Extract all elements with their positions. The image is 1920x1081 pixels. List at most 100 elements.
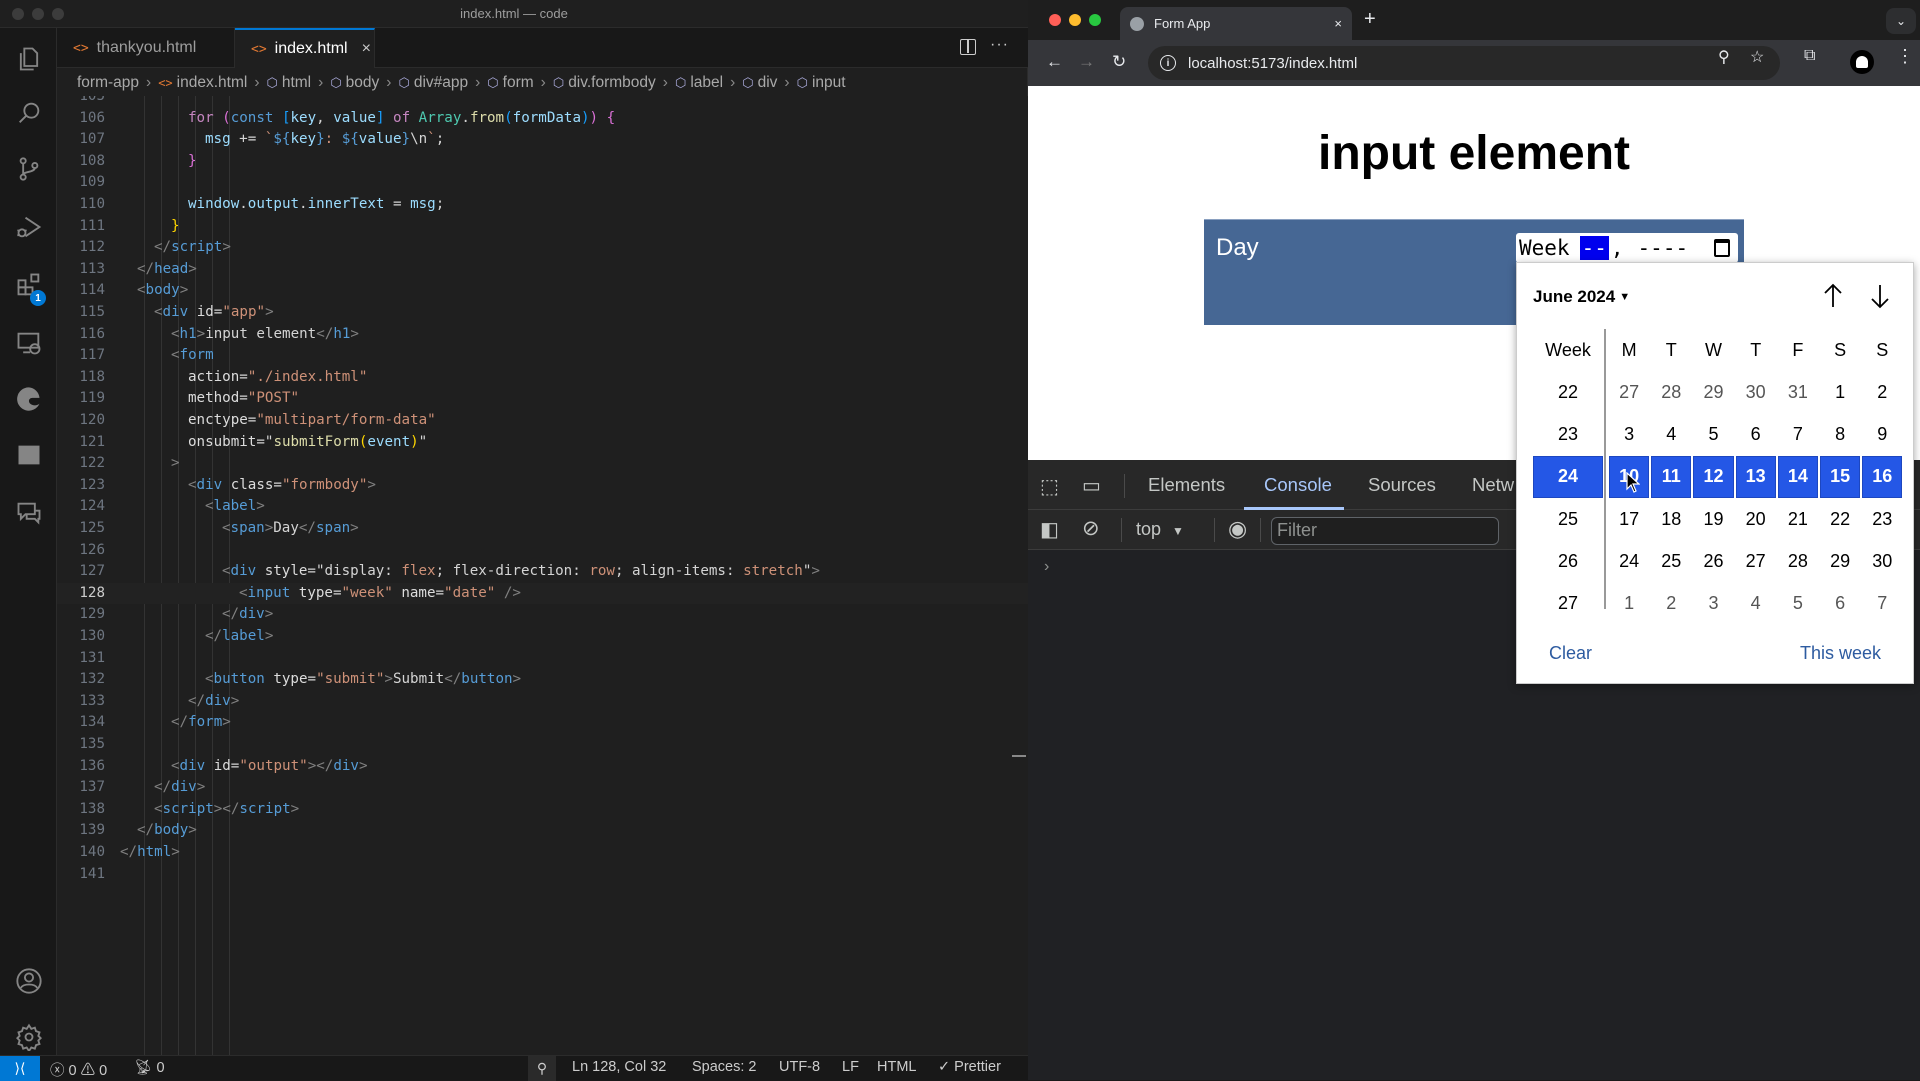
day-cell[interactable]: 9 [1862,414,1902,456]
code-line[interactable]: 129 </div> [57,604,1028,626]
remote-indicator-icon[interactable]: ⟩⟨ [0,1056,40,1081]
code-line[interactable]: 140 </html> [57,842,1028,864]
code-line[interactable]: 126 [57,540,1028,562]
breadcrumb-item[interactable]: <> index.html [158,74,247,92]
this-week-button[interactable]: This week [1800,643,1881,664]
code-editor[interactable]: 105 106 for (const [key, value] of Array.f… [57,96,1028,1055]
day-cell[interactable]: 28 [1651,371,1691,413]
day-cell[interactable]: 17 [1609,498,1649,540]
week-input[interactable]: Week -- , ---- [1516,233,1738,263]
breadcrumb-item[interactable]: form-app [77,74,139,92]
day-cell[interactable]: 11 [1651,455,1692,498]
more-actions-icon[interactable]: ··· [990,36,1009,54]
code-line[interactable]: 128 <input type="week" name="date" /> [57,582,1028,605]
code-line[interactable]: 139 </body> [57,820,1028,842]
console-filter-input[interactable]: Filter [1271,517,1499,545]
day-cell[interactable]: 23 [1862,498,1902,540]
code-line[interactable]: 114 <body> [57,280,1028,302]
calendar-icon[interactable] [1714,239,1730,257]
console-prompt[interactable]: › [1044,558,1049,576]
code-line[interactable]: 136 <div id="output"></div> [57,756,1028,778]
chat-icon[interactable] [14,498,44,528]
day-cell[interactable]: 31 [1778,371,1818,413]
week-number[interactable]: 27 [1533,583,1603,625]
day-cell[interactable]: 7 [1778,414,1818,456]
address-bar[interactable]: i localhost:5173/index.html [1148,46,1780,80]
tab-elements[interactable]: Elements [1148,474,1225,496]
week-row[interactable]: 26 24 25 26 27 28 29 30 [1533,541,1899,583]
breadcrumb-item[interactable]: ⬡ input [797,74,846,92]
end-of-line[interactable]: LF [842,1059,859,1075]
scrollbar-position-marker[interactable] [1012,755,1026,757]
breadcrumb-item[interactable]: ⬡ div.formbody [553,74,656,92]
week-number[interactable]: 25 [1533,498,1603,540]
day-cell[interactable]: 5 [1778,583,1818,625]
day-cell[interactable]: 27 [1609,371,1649,413]
tab-network[interactable]: Netw [1472,474,1514,496]
day-cell[interactable]: 29 [1693,371,1733,413]
day-cell[interactable]: 2 [1862,371,1902,413]
tab-sources[interactable]: Sources [1368,474,1436,496]
code-line[interactable]: 105 [57,96,1028,108]
day-cell[interactable]: 3 [1609,414,1649,456]
day-cell[interactable]: 1 [1609,583,1649,625]
close-tab-icon[interactable]: × [1334,16,1342,31]
day-cell[interactable]: 24 [1609,541,1649,583]
code-line[interactable]: 123 <div class="formbody"> [57,475,1028,497]
code-line[interactable]: 130 </label> [57,626,1028,648]
code-line[interactable]: 138 <script></script> [57,799,1028,821]
browser-menu-icon[interactable]: ⋮ [1896,46,1914,67]
day-cell[interactable]: 21 [1778,498,1818,540]
tab-console[interactable]: Console [1264,474,1332,496]
day-cell[interactable]: 4 [1651,414,1691,456]
run-debug-icon[interactable] [14,212,44,242]
breadcrumb-item[interactable]: ⬡ div [742,74,777,92]
zoom-icon[interactable]: ⚲ [1718,47,1730,67]
breadcrumb-item[interactable]: ⬡ div#app [398,74,468,92]
week-row[interactable]: 23 3 4 5 6 7 8 9 [1533,414,1899,456]
code-line[interactable]: 116 <h1>input element</h1> [57,324,1028,346]
tab-search-chevron-icon[interactable]: ⌄ [1886,8,1916,34]
month-year-selector[interactable]: June 2024 ▼ [1533,287,1630,307]
code-line[interactable]: 112 </script> [57,237,1028,259]
year-segment[interactable]: ---- [1638,236,1689,260]
account-icon[interactable] [14,966,44,996]
live-expression-eye-icon[interactable]: ◉ [1228,516,1247,542]
profile-avatar-icon[interactable] [1850,50,1874,74]
day-cell[interactable]: 1 [1820,371,1860,413]
code-line[interactable]: 137 </div> [57,777,1028,799]
code-line[interactable]: 120 enctype="multipart/form-data" [57,410,1028,432]
day-cell[interactable]: 12 [1693,455,1734,498]
prettier-status[interactable]: ✓ Prettier [938,1059,1001,1075]
day-cell[interactable]: 6 [1820,583,1860,625]
code-line[interactable]: 115 <div id="app"> [57,302,1028,324]
day-cell[interactable]: 2 [1651,583,1691,625]
zoom-icon[interactable]: ⚲ [528,1056,556,1081]
day-cell[interactable]: 4 [1736,583,1776,625]
day-cell[interactable]: 8 [1820,414,1860,456]
day-cell[interactable]: 25 [1651,541,1691,583]
search-icon[interactable] [14,98,44,128]
day-cell[interactable]: 22 [1820,498,1860,540]
day-cell[interactable]: 7 [1862,583,1902,625]
breadcrumb-item[interactable]: ⬡ html [266,74,311,92]
inspect-element-icon[interactable]: ⬚ [1040,474,1059,499]
back-icon[interactable]: ← [1046,52,1063,72]
reload-icon[interactable]: ↻ [1112,52,1126,72]
close-tab-icon[interactable]: × [362,40,371,58]
language-mode[interactable]: HTML [877,1059,916,1075]
code-line[interactable]: 124 <label> [57,496,1028,518]
week-number[interactable]: 24 [1533,455,1603,498]
browser-tab[interactable]: Form App × [1120,7,1352,40]
day-cell[interactable]: 5 [1693,414,1733,456]
week-number-segment[interactable]: -- [1579,236,1609,260]
breadcrumb-item[interactable]: ⬡ label [675,74,723,92]
day-cell[interactable]: 3 [1693,583,1733,625]
week-number[interactable]: 22 [1533,371,1603,413]
site-info-icon[interactable]: i [1160,55,1176,71]
problems-indicator[interactable]: ⓧ 0 ⚠ 0 [50,1059,107,1080]
day-cell[interactable]: 13 [1735,455,1776,498]
new-tab-button[interactable]: + [1364,8,1376,31]
edge-devtools-icon[interactable] [14,384,44,414]
close-window-button[interactable] [1049,14,1061,26]
